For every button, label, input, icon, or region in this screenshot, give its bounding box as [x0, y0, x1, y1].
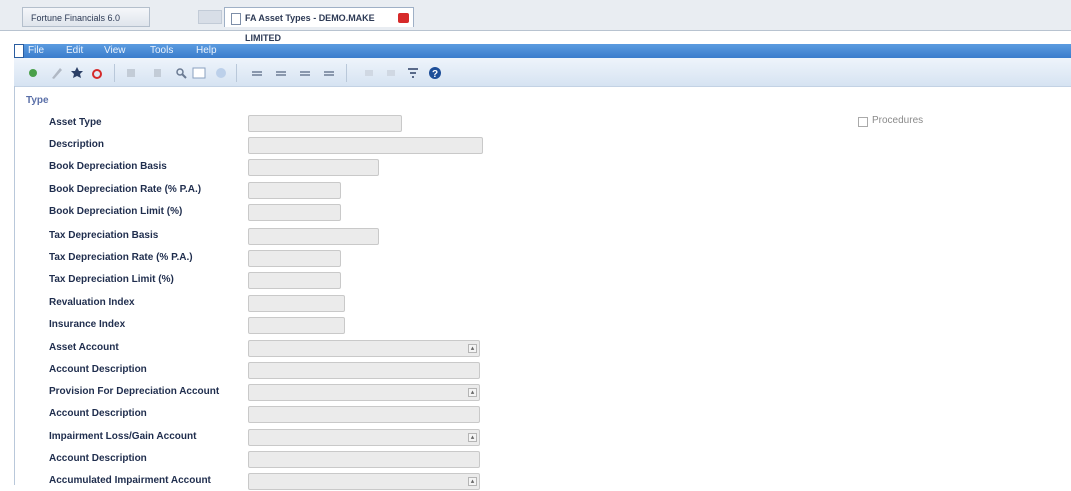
form-row-book-dep-basis: Book Depreciation Basis: [0, 159, 1071, 177]
print-icon[interactable]: [150, 66, 164, 80]
form-row-asset-account: Asset Account ▴: [0, 340, 1071, 358]
asset-account-label: Asset Account: [49, 342, 119, 353]
asset-type-label: Asset Type: [49, 117, 102, 128]
account-description-field: [248, 451, 480, 468]
save-icon[interactable]: [70, 66, 84, 80]
menu-help[interactable]: Help: [196, 44, 217, 58]
description-input[interactable]: [248, 137, 483, 154]
accumulated-impairment-account-input[interactable]: ▴: [248, 473, 480, 490]
revaluation-index-label: Revaluation Index: [49, 297, 135, 308]
revaluation-index-input[interactable]: [248, 295, 345, 312]
document-icon: [231, 13, 241, 25]
tax-dep-rate-label: Tax Depreciation Rate (% P.A.): [49, 252, 193, 263]
svg-text:?: ?: [432, 69, 438, 80]
tax-dep-rate-input[interactable]: [248, 250, 341, 267]
tax-dep-limit-label: Tax Depreciation Limit (%): [49, 274, 174, 285]
delete-icon[interactable]: [90, 66, 104, 80]
form-row-provision-account: Provision For Depreciation Account ▴: [0, 384, 1071, 402]
form-row-book-dep-rate: Book Depreciation Rate (% P.A.): [0, 182, 1071, 200]
export-icon[interactable]: [362, 66, 376, 80]
form-row-tax-dep-basis: Tax Depreciation Basis: [0, 228, 1071, 246]
tax-dep-limit-input[interactable]: [248, 272, 341, 289]
browse-icon[interactable]: [192, 66, 206, 80]
lookup-icon[interactable]: ▴: [468, 433, 477, 442]
menu-bar: File Edit View Tools Help: [14, 44, 1071, 58]
tab-strip: Fortune Financials 6.0 FA Asset Types - …: [0, 0, 1071, 43]
form-row-accumulated-impairment-account: Accumulated Impairment Account ▴: [0, 473, 1071, 491]
form-row-insurance-index: Insurance Index: [0, 317, 1071, 335]
provision-account-label: Provision For Depreciation Account: [49, 386, 220, 397]
toolbar-separator: [114, 64, 115, 82]
book-dep-basis-label: Book Depreciation Basis: [49, 161, 167, 172]
prev-icon[interactable]: [274, 66, 288, 80]
edit-icon[interactable]: [50, 66, 64, 80]
toolbar-separator: [346, 64, 347, 82]
procedures-label: Procedures: [872, 115, 924, 126]
procedures-checkbox[interactable]: [858, 117, 868, 127]
tab-label: Fortune Financials 6.0: [31, 13, 121, 23]
asset-type-input[interactable]: [248, 115, 402, 132]
lookup-icon[interactable]: ▴: [468, 344, 477, 353]
lookup-icon[interactable]: ▴: [468, 388, 477, 397]
tax-dep-basis-label: Tax Depreciation Basis: [49, 230, 159, 241]
description-label: Description: [49, 139, 105, 150]
book-dep-rate-input[interactable]: [248, 182, 341, 199]
section-title: Type: [26, 95, 49, 106]
filter-icon[interactable]: [406, 66, 420, 80]
import-icon[interactable]: [384, 66, 398, 80]
form-row-description: Description: [0, 137, 1071, 155]
account-description-label: Account Description: [49, 408, 147, 419]
book-dep-basis-select[interactable]: [248, 159, 379, 176]
impairment-account-label: Impairment Loss/Gain Account: [49, 431, 197, 442]
book-dep-limit-label: Book Depreciation Limit (%): [49, 206, 183, 217]
tax-dep-basis-select[interactable]: [248, 228, 379, 245]
insurance-index-label: Insurance Index: [49, 319, 126, 330]
next-icon[interactable]: [298, 66, 312, 80]
account-description-label: Account Description: [49, 453, 147, 464]
insurance-index-input[interactable]: [248, 317, 345, 334]
provision-account-input[interactable]: ▴: [248, 384, 480, 401]
book-dep-limit-input[interactable]: [248, 204, 341, 221]
form-row-tax-dep-rate: Tax Depreciation Rate (% P.A.): [0, 250, 1071, 268]
account-description-field: [248, 406, 480, 423]
tab-asset-types[interactable]: FA Asset Types - DEMO.MAKE LIMITED: [224, 7, 414, 43]
tab-separator: [198, 10, 222, 24]
menu-tools[interactable]: Tools: [150, 44, 173, 58]
new-icon[interactable]: [26, 66, 40, 80]
menu-view[interactable]: View: [104, 44, 126, 58]
menu-edit[interactable]: Edit: [66, 44, 83, 58]
form-row-provision-account-desc: Account Description: [0, 406, 1071, 424]
menu-file[interactable]: File: [28, 44, 44, 58]
search-icon[interactable]: [174, 66, 188, 80]
form-row-impairment-account: Impairment Loss/Gain Account ▴: [0, 429, 1071, 447]
impairment-account-input[interactable]: ▴: [248, 429, 480, 446]
form-row-asset-account-desc: Account Description: [0, 362, 1071, 380]
form-row-impairment-account-desc: Account Description: [0, 451, 1071, 469]
form-row-revaluation-index: Revaluation Index: [0, 295, 1071, 313]
account-description-field: [248, 362, 480, 379]
book-dep-rate-label: Book Depreciation Rate (% P.A.): [49, 184, 202, 195]
help-icon[interactable]: ?: [428, 66, 442, 80]
accumulated-impairment-account-label: Accumulated Impairment Account: [49, 475, 211, 486]
form-row-book-dep-limit: Book Depreciation Limit (%): [0, 204, 1071, 222]
info-icon[interactable]: [214, 66, 228, 80]
first-icon[interactable]: [250, 66, 264, 80]
tab-fortune-financials[interactable]: Fortune Financials 6.0: [22, 7, 150, 27]
close-icon[interactable]: [398, 13, 409, 23]
tab-label: FA Asset Types - DEMO.MAKE LIMITED: [245, 13, 375, 43]
toolbar: ?: [14, 58, 1071, 87]
account-description-label: Account Description: [49, 364, 147, 375]
undo-icon[interactable]: [124, 66, 138, 80]
app-icon: [14, 44, 24, 58]
asset-account-input[interactable]: ▴: [248, 340, 480, 357]
last-icon[interactable]: [322, 66, 336, 80]
form-row-tax-dep-limit: Tax Depreciation Limit (%): [0, 272, 1071, 290]
toolbar-separator: [236, 64, 237, 82]
